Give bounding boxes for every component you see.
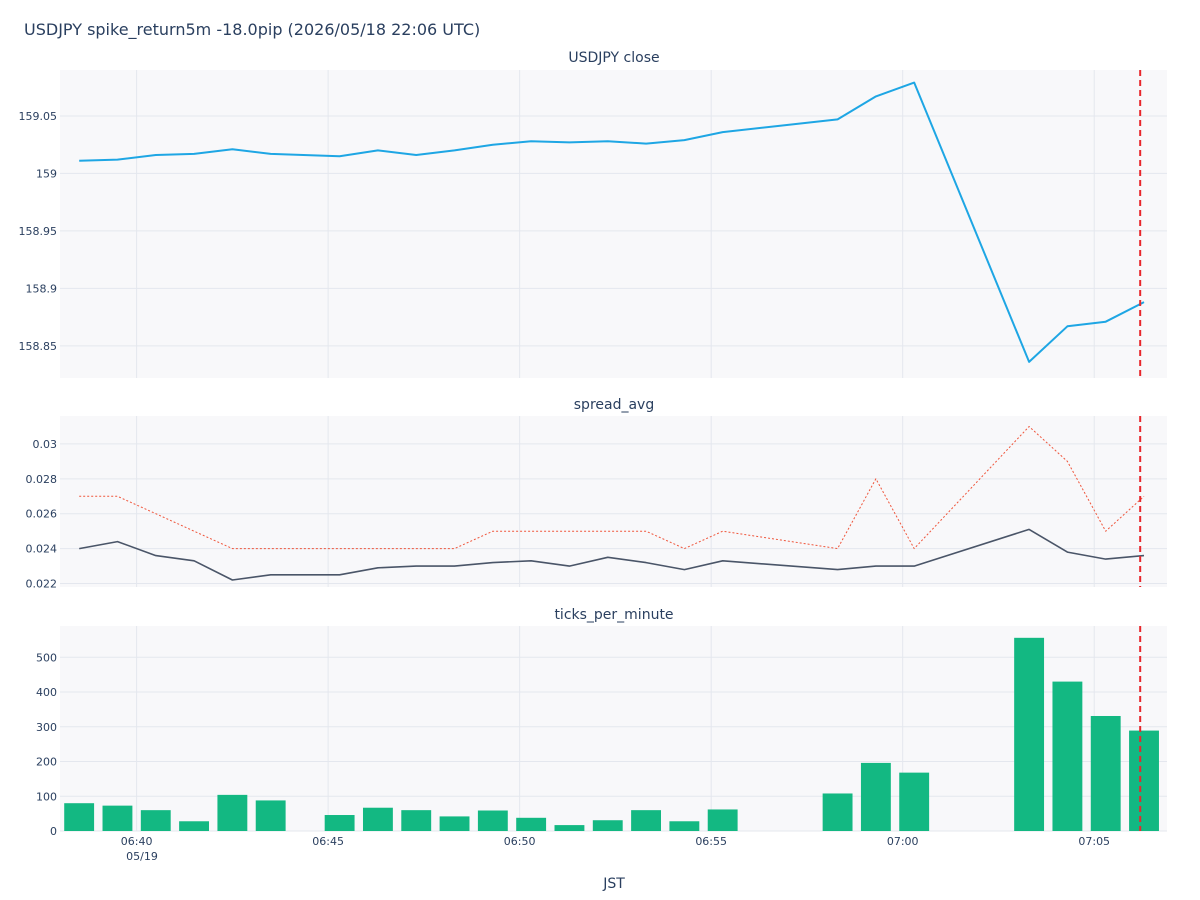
x-date-label: 05/19: [126, 850, 158, 863]
close-panel-title: USDJPY close: [568, 50, 659, 66]
x-tick-label: 06:50: [504, 835, 536, 848]
spread-panel-title: spread_avg: [574, 397, 654, 413]
tick-bar: [102, 805, 133, 831]
y-tick-label: 158.85: [19, 340, 58, 353]
figure: USDJPY spike_return5m -18.0pip (2026/05/…: [19, 20, 1167, 892]
tick-bar: [439, 816, 470, 831]
close-y-ticks: 158.85 158.9 158.95 159 159.05: [19, 110, 58, 353]
y-tick-label: 500: [36, 651, 57, 664]
y-tick-label: 0.028: [26, 473, 58, 486]
x-tick-label: 06:45: [312, 835, 344, 848]
tick-bar: [707, 809, 738, 831]
tick-bar: [822, 793, 853, 831]
ticks-y-ticks: 0 100 200 300 400 500: [36, 651, 57, 838]
y-tick-label: 159.05: [19, 110, 58, 123]
x-tick-label: 06:40: [121, 835, 153, 848]
y-tick-label: 300: [36, 721, 57, 734]
x-tick-label: 07:05: [1078, 835, 1110, 848]
tick-bar: [477, 810, 508, 831]
tick-bar: [217, 794, 248, 831]
y-tick-label: 0: [50, 825, 57, 838]
y-tick-label: 0.03: [33, 438, 58, 451]
ticks-panel: ticks_per_minute 0100200300400500 06:40 0…: [36, 607, 1167, 848]
y-tick-label: 400: [36, 686, 57, 699]
x-tick-label: 07:00: [887, 835, 919, 848]
spread-plot-area: [60, 416, 1167, 587]
tick-bar: [179, 821, 210, 831]
tick-bar: [592, 820, 623, 831]
tick-bar: [362, 807, 393, 831]
y-tick-label: 159: [36, 167, 57, 180]
y-tick-label: 200: [36, 756, 57, 769]
y-tick-label: 100: [36, 790, 57, 803]
tick-bar: [554, 825, 585, 831]
tick-bar: [64, 803, 95, 831]
tick-bar: [1090, 715, 1121, 831]
x-axis-title: JST: [602, 876, 625, 892]
y-tick-label: 158.95: [19, 225, 58, 238]
x-tick-label: 06:55: [695, 835, 727, 848]
y-tick-label: 0.024: [26, 543, 58, 556]
tick-bar: [140, 810, 171, 831]
tick-bar: [255, 800, 286, 831]
tick-bar: [1052, 681, 1083, 831]
tick-bar: [669, 821, 700, 831]
tick-bar: [401, 810, 432, 831]
spread-panel: spread_avg 0.022 0.024 0.026 0.028 0.03: [26, 397, 1167, 591]
tick-bar: [1014, 637, 1045, 831]
close-panel: USDJPY close 158.85 158.9 158.95 159 159.05: [19, 50, 1167, 378]
x-tick-labels: 06:40 06:45 06:50 06:55 07:00 07:05: [121, 835, 1110, 848]
spread-y-ticks: 0.022 0.024 0.026 0.028 0.03: [26, 438, 58, 591]
tick-bar: [324, 815, 355, 831]
ticks-panel-title: ticks_per_minute: [554, 607, 673, 623]
y-tick-label: 0.026: [26, 508, 58, 521]
tick-bar: [631, 810, 661, 831]
tick-bar: [516, 817, 547, 831]
y-tick-label: 0.022: [26, 578, 58, 591]
tick-bar: [899, 772, 930, 831]
figure-title: USDJPY spike_return5m -18.0pip (2026/05/…: [24, 20, 480, 40]
tick-bar: [860, 762, 891, 831]
tick-bar: [1129, 730, 1159, 831]
y-tick-label: 158.9: [26, 282, 58, 295]
